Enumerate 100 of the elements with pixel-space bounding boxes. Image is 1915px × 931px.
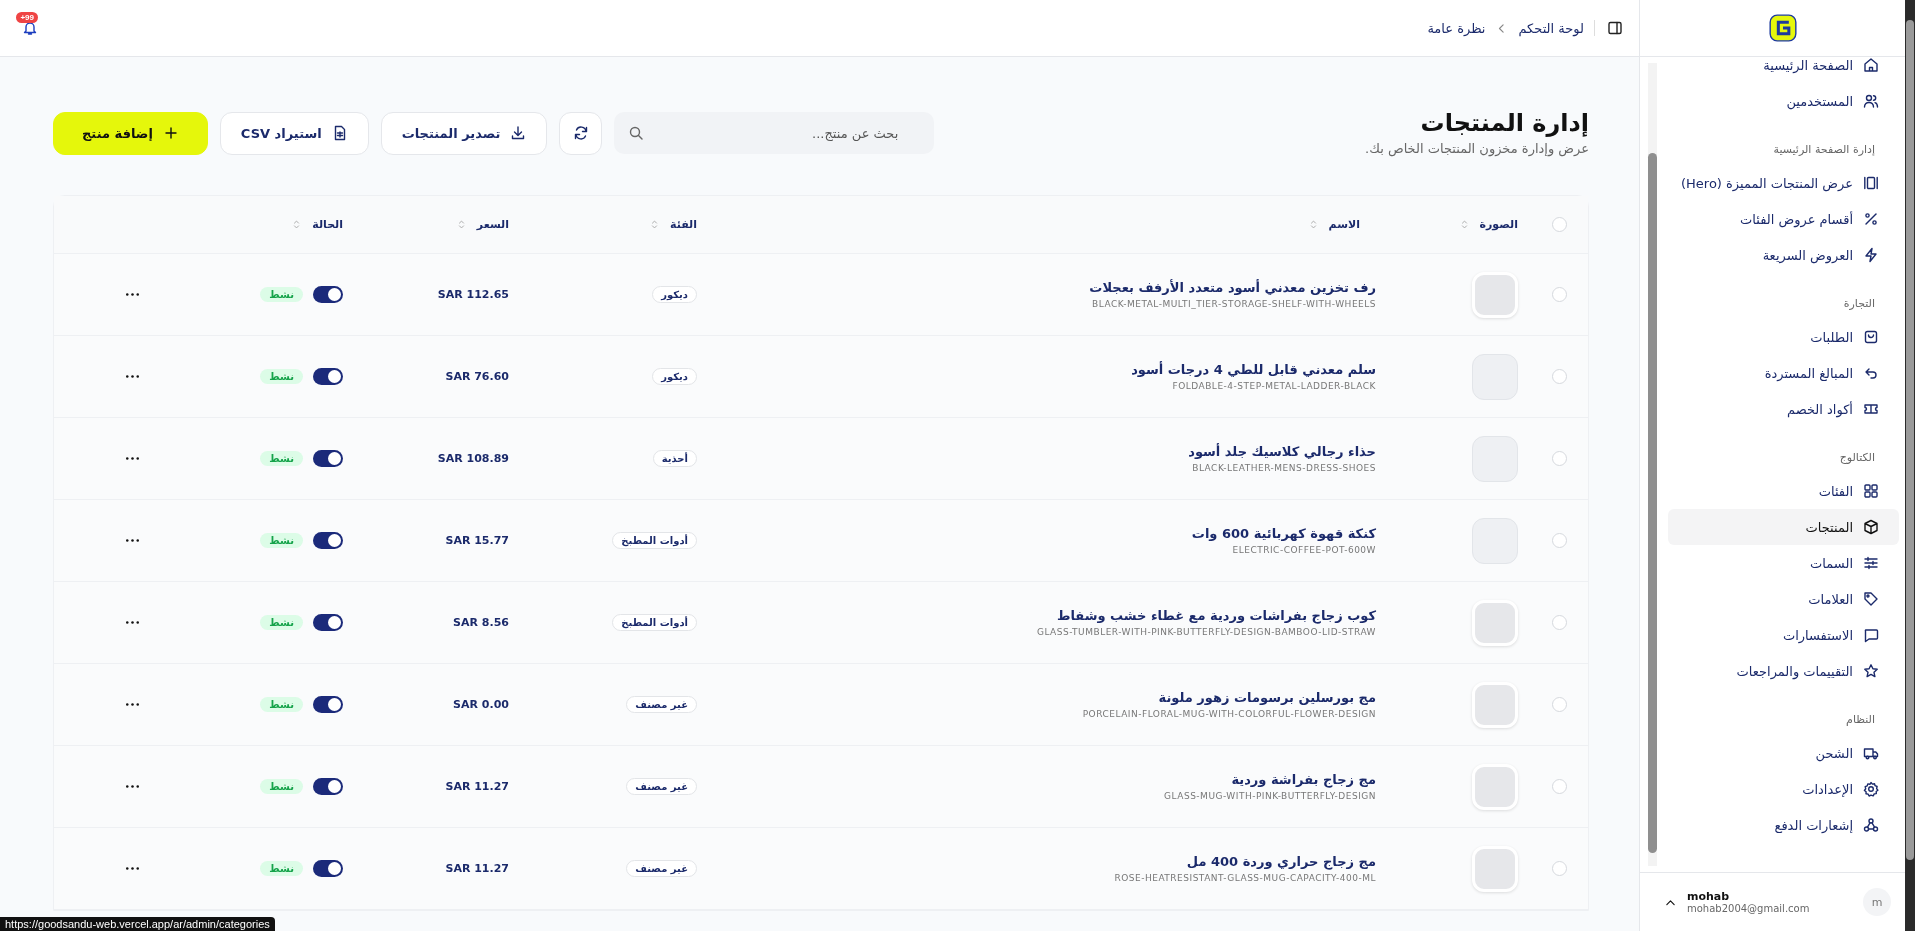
more-icon: [126, 703, 139, 706]
price-text: SAR 8.56: [453, 616, 509, 629]
status-toggle[interactable]: [313, 614, 343, 631]
sidebar-item[interactable]: السمات: [1668, 545, 1899, 581]
product-name: مج زجاج حراري وردة 400 مل: [1186, 854, 1376, 869]
sliders-icon: [1863, 555, 1879, 571]
logo-icon[interactable]: [1768, 14, 1797, 42]
category-tag: غير مصنف: [626, 860, 697, 877]
price-text: SAR 11.27: [445, 862, 509, 875]
column-header[interactable]: الصورة: [1479, 218, 1518, 231]
status-badge: نشط: [260, 779, 303, 794]
sidebar-item[interactable]: أقسام عروض الفئات: [1668, 201, 1899, 237]
sidebar-item[interactable]: الفئات: [1668, 473, 1899, 509]
breadcrumb-link[interactable]: لوحة التحكم: [1518, 20, 1584, 36]
import-button[interactable]: استيراد CSV: [219, 111, 369, 155]
select-all-checkbox[interactable]: [1552, 217, 1567, 232]
column-header[interactable]: الفئة: [670, 218, 697, 231]
status-toggle[interactable]: [313, 860, 343, 877]
sidebar-item[interactable]: التقييمات والمراجعات: [1668, 653, 1899, 689]
scrollbar[interactable]: [1648, 63, 1657, 866]
export-button[interactable]: تصدير المنتجات: [380, 111, 548, 155]
product-name: مج زجاج بفراشة وردية: [1231, 772, 1376, 787]
status-badge: نشط: [260, 369, 303, 384]
sidebar-item[interactable]: الطلبات: [1668, 319, 1899, 355]
sidebar-item[interactable]: المستخدمين: [1668, 83, 1899, 119]
more-icon: [126, 785, 139, 788]
avatar[interactable]: m: [1863, 888, 1891, 916]
status-toggle[interactable]: [313, 450, 343, 467]
category-tag: أدوات المطبخ: [612, 532, 697, 549]
section-title: الكتالوج: [1838, 450, 1876, 466]
status-toggle[interactable]: [313, 778, 343, 795]
status-toggle[interactable]: [313, 696, 343, 713]
plus-icon: [162, 125, 179, 141]
status-badge: نشط: [260, 861, 303, 876]
category-tag: ديكور: [652, 368, 697, 385]
price-text: SAR 0.00: [453, 698, 509, 711]
row-checkbox[interactable]: [1552, 287, 1567, 302]
scrollbar[interactable]: [1905, 0, 1915, 931]
column-header[interactable]: السعر: [476, 218, 509, 231]
sidebar-item[interactable]: الإعدادات: [1668, 771, 1899, 807]
settings-icon: [1863, 781, 1879, 797]
row-checkbox[interactable]: [1552, 369, 1567, 384]
price-text: SAR 76.60: [445, 370, 509, 383]
breadcrumb-link[interactable]: نظرة عامة: [1427, 20, 1486, 36]
sidebar-toggle-icon: [1607, 20, 1623, 36]
row-checkbox[interactable]: [1552, 779, 1567, 794]
sidebar-item[interactable]: الاستفسارات: [1668, 617, 1899, 653]
product-slug: FOLDABLE-4-STEP-METAL-LADDER-BLACK: [1172, 381, 1376, 391]
price-text: SAR 15.77: [445, 534, 509, 547]
sidebar-item[interactable]: الشحن: [1668, 735, 1899, 771]
sidebar-item[interactable]: المنتجات: [1668, 509, 1899, 545]
row-checkbox[interactable]: [1552, 615, 1567, 630]
add-product-button[interactable]: إضافة منتج: [53, 111, 208, 155]
ticket-icon: [1863, 401, 1879, 417]
row-checkbox[interactable]: [1552, 697, 1567, 712]
refresh-button[interactable]: [559, 111, 603, 155]
search-icon: [628, 125, 645, 141]
product-slug: ROSE-HEATRESISTANT-GLASS-MUG-CAPACITY-400-ML: [1114, 873, 1376, 883]
status-toggle[interactable]: [313, 532, 343, 549]
status-badge: نشط: [260, 533, 303, 548]
row-checkbox[interactable]: [1552, 451, 1567, 466]
row-checkbox[interactable]: [1552, 533, 1567, 548]
category-tag: ديكور: [652, 286, 697, 303]
sidebar-item[interactable]: العروض السريعة: [1668, 237, 1899, 273]
price-text: SAR 108.89: [437, 452, 509, 465]
product-name: كنكة قهوة كهربائية 600 وات: [1191, 526, 1376, 541]
product-slug: GLASS-MUG-WITH-PINK-BUTTERFLY-DESIGN: [1164, 791, 1376, 801]
status-toggle[interactable]: [313, 286, 343, 303]
more-icon: [126, 293, 139, 296]
category-tag: أحذية: [652, 450, 697, 467]
section-title: التجارة: [1842, 296, 1876, 312]
more-icon: [126, 375, 139, 378]
product-slug: BLACK-METAL-MULTI_TIER-STORAGE-SHELF-WITH-WHEELS: [1092, 299, 1376, 309]
status-badge: نشط: [260, 615, 303, 630]
sidebar-item[interactable]: إشعارات الدفع: [1668, 807, 1899, 843]
sort-icon: [649, 219, 660, 230]
bell-icon: [22, 20, 38, 36]
price-text: SAR 11.27: [445, 780, 509, 793]
row-checkbox[interactable]: [1552, 861, 1567, 876]
column-header[interactable]: الحالة: [312, 218, 343, 231]
tag-icon: [1863, 591, 1879, 607]
download-icon: [510, 125, 527, 141]
grid-icon: [1863, 483, 1879, 499]
sidebar-item[interactable]: العلامات: [1668, 581, 1899, 617]
status-toggle[interactable]: [313, 368, 343, 385]
sidebar-item[interactable]: المبالغ المستردة: [1668, 355, 1899, 391]
sidebar-item[interactable]: الصفحة الرئيسية: [1668, 57, 1899, 83]
bag-icon: [1863, 329, 1879, 345]
star-icon: [1863, 663, 1879, 679]
more-icon: [126, 867, 139, 870]
product-name: مج بورسلين برسومات زهور ملونة: [1158, 690, 1376, 705]
sidebar-item[interactable]: عرض المنتجات المميزة (Hero): [1668, 165, 1899, 201]
column-header[interactable]: الاسم: [1328, 218, 1360, 231]
sidebar-item[interactable]: أكواد الخصم: [1668, 391, 1899, 427]
section-title: إدارة الصفحة الرئيسية: [1772, 142, 1876, 158]
page-subtitle: عرض وإدارة مخزون المنتجات الخاص بك.: [1365, 140, 1589, 159]
link-url-tooltip: https://goodsandu-web.vercel.app/ar/admin/categories: [0, 917, 275, 931]
webhook-icon: [1863, 817, 1879, 833]
product-slug: GLASS-TUMBLER-WITH-PINK-BUTTERFLY-DESIGN-BAMBOO-LID-STRAW: [1036, 627, 1376, 637]
search-field[interactable]: بحث عن منتج...: [614, 112, 935, 154]
